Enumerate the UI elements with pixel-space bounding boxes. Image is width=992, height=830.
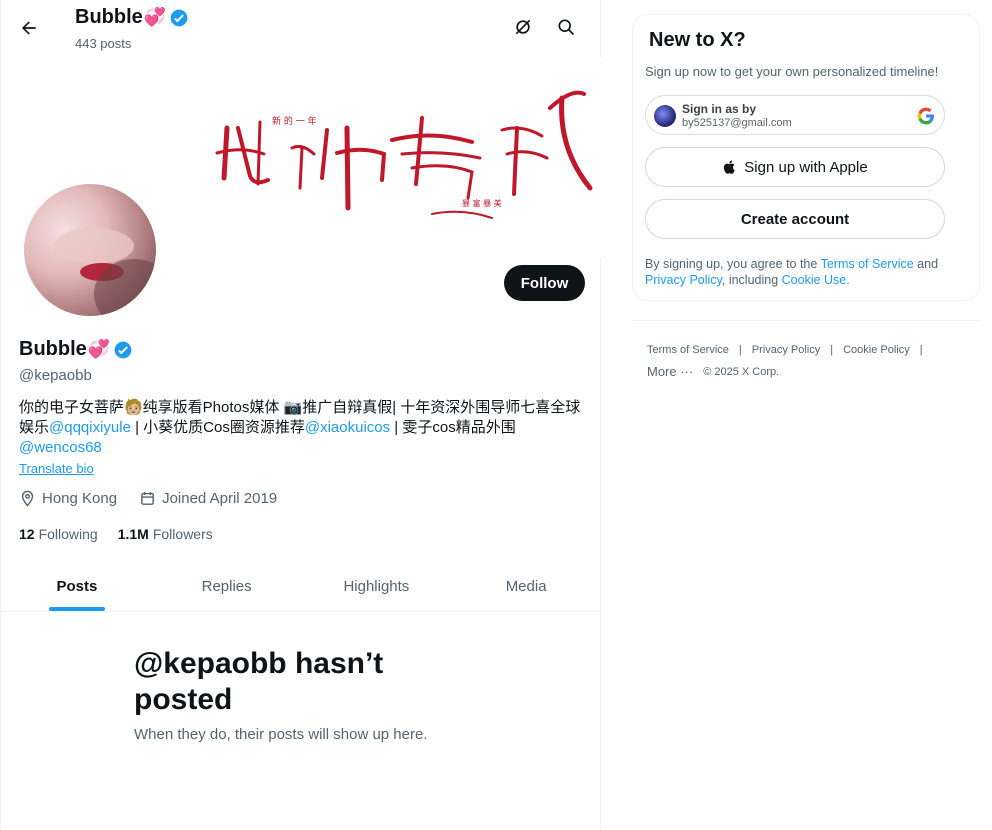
follow-button[interactable]: Follow — [504, 265, 585, 301]
sidebar-divider — [632, 320, 980, 321]
footer-cookie-link[interactable]: Cookie Policy — [843, 344, 910, 356]
grok-button[interactable] — [506, 10, 540, 44]
cookie-use-link[interactable]: Cookie Use. — [782, 273, 850, 287]
location-pin-icon — [21, 490, 34, 507]
svg-text:暴 富 暴 美: 暴 富 暴 美 — [462, 198, 502, 208]
empty-state-subtitle: When they do, their posts will show up h… — [134, 726, 428, 743]
apple-logo-icon — [724, 160, 735, 174]
google-logo-icon — [917, 107, 934, 125]
hearts-emoji: 💞 — [87, 339, 111, 359]
google-account-avatar — [654, 105, 676, 127]
translate-bio-link[interactable]: Translate bio — [19, 461, 94, 476]
svg-text:新 的 一 年: 新 的 一 年 — [272, 115, 317, 127]
signup-legal-text: By signing up, you agree to the Terms of… — [645, 257, 939, 287]
profile-avatar[interactable] — [21, 181, 159, 319]
bio-mention-link[interactable]: @wencos68 — [19, 439, 102, 456]
tab-media[interactable]: Media — [451, 562, 601, 611]
signup-title: New to X? — [649, 29, 746, 51]
search-button[interactable] — [549, 10, 583, 44]
footer-links: Terms of Service | Privacy Policy | Cookie… — [647, 344, 923, 379]
terms-link[interactable]: Terms of Service — [821, 257, 914, 271]
follow-stats: 12 Following 1.1M Followers — [19, 526, 213, 542]
footer-privacy-link[interactable]: Privacy Policy — [752, 344, 820, 356]
posts-count: 443 posts — [75, 36, 132, 51]
footer-more-button[interactable]: More ··· — [647, 364, 693, 379]
empty-state-title: @kepaobb hasn’t posted — [134, 647, 384, 716]
profile-header-bar: Bubble 💞 443 posts — [1, 0, 601, 58]
signup-card: New to X? Sign up now to get your own pe… — [632, 14, 980, 301]
profile-meta: Hong Kong Joined April 2019 — [19, 490, 277, 507]
main-column: Bubble 💞 443 posts 新 的 一 年 暴 富 暴 美 Follo… — [0, 0, 601, 830]
create-account-button[interactable]: Create account — [645, 199, 945, 239]
profile-tabs: Posts Replies Highlights Media — [2, 562, 601, 612]
profile-bio: 你的电子女菩萨🧑🏼纯享版看Photos媒体 📷推广自辩真假| 十年资深外围导师七… — [19, 399, 581, 456]
tab-posts[interactable]: Posts — [2, 562, 152, 611]
arrow-left-icon — [22, 21, 36, 35]
bio-mention-link[interactable]: @qqqixiyule — [49, 419, 131, 436]
calendar-icon — [141, 492, 154, 505]
header-display-name: Bubble 💞 — [75, 6, 189, 29]
profile-display-name: Bubble 💞 — [19, 338, 133, 361]
following-link[interactable]: 12 Following — [19, 526, 98, 542]
verified-badge-icon — [170, 9, 188, 26]
google-sign-in-button[interactable]: Sign in as by by525137@gmail.com — [645, 95, 945, 135]
footer-terms-link[interactable]: Terms of Service — [647, 344, 729, 356]
tab-replies[interactable]: Replies — [152, 562, 302, 611]
bio-mention-link[interactable]: @xiaokuicos — [305, 419, 390, 436]
followers-link[interactable]: 1.1M Followers — [118, 526, 213, 542]
search-icon — [558, 19, 575, 36]
signup-subtitle: Sign up now to get your own personalized… — [645, 64, 939, 79]
joined-date: Joined April 2019 — [162, 490, 278, 507]
avatar-photo-image — [54, 228, 156, 316]
google-sign-in-label: Sign in as by — [682, 102, 757, 116]
tab-highlights[interactable]: Highlights — [302, 562, 452, 611]
back-button[interactable] — [11, 10, 47, 46]
verified-badge-icon — [114, 341, 132, 358]
sign-up-with-apple-button[interactable]: Sign up with Apple — [645, 147, 945, 187]
profile-handle: @kepaobb — [19, 367, 92, 384]
copyright-text: © 2025 X Corp. — [703, 365, 780, 378]
privacy-link[interactable]: Privacy Policy — [645, 273, 722, 287]
grok-icon — [515, 19, 531, 35]
google-account-email: by525137@gmail.com — [682, 117, 792, 129]
hearts-emoji: 💞 — [143, 7, 167, 27]
location-text: Hong Kong — [42, 490, 118, 507]
